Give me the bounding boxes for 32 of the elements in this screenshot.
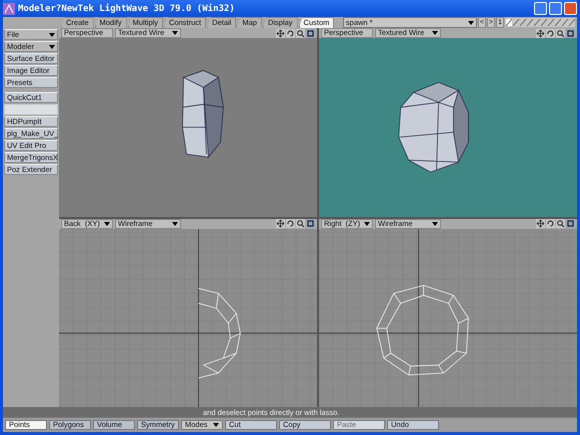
window-title: Modeler?NewTek LightWave 3D 79.0 (Win32) (18, 4, 235, 14)
maximize-button[interactable] (549, 2, 562, 15)
minimize-button[interactable] (534, 2, 547, 15)
zoom-icon[interactable] (296, 28, 305, 38)
move-icon[interactable] (276, 28, 285, 38)
rotate-icon[interactable] (546, 28, 555, 38)
rotate-icon[interactable] (286, 28, 295, 38)
maximize-view-icon[interactable] (566, 219, 575, 228)
zoom-icon[interactable] (556, 28, 565, 38)
app-icon (3, 2, 15, 14)
caret-icon (172, 222, 178, 226)
caret-icon (468, 20, 474, 24)
caret-icon (213, 423, 219, 427)
caret-icon (432, 31, 438, 35)
layer-buttons-icon[interactable] (505, 18, 575, 27)
move-icon[interactable] (536, 28, 545, 38)
zoom-icon[interactable] (296, 219, 305, 228)
caret-icon (104, 222, 110, 226)
caret-icon (172, 31, 178, 35)
maximize-view-icon[interactable] (306, 219, 315, 228)
move-icon[interactable] (536, 219, 545, 228)
caret-icon (432, 222, 438, 226)
maximize-view-icon[interactable] (566, 28, 575, 38)
caret-icon (364, 222, 370, 226)
zoom-icon[interactable] (556, 219, 565, 228)
maximize-view-icon[interactable] (306, 28, 315, 38)
caret-icon (49, 44, 55, 48)
caret-icon (49, 32, 55, 36)
close-button[interactable] (564, 2, 577, 15)
rotate-icon[interactable] (286, 219, 295, 228)
move-icon[interactable] (276, 219, 285, 228)
rotate-icon[interactable] (546, 219, 555, 228)
